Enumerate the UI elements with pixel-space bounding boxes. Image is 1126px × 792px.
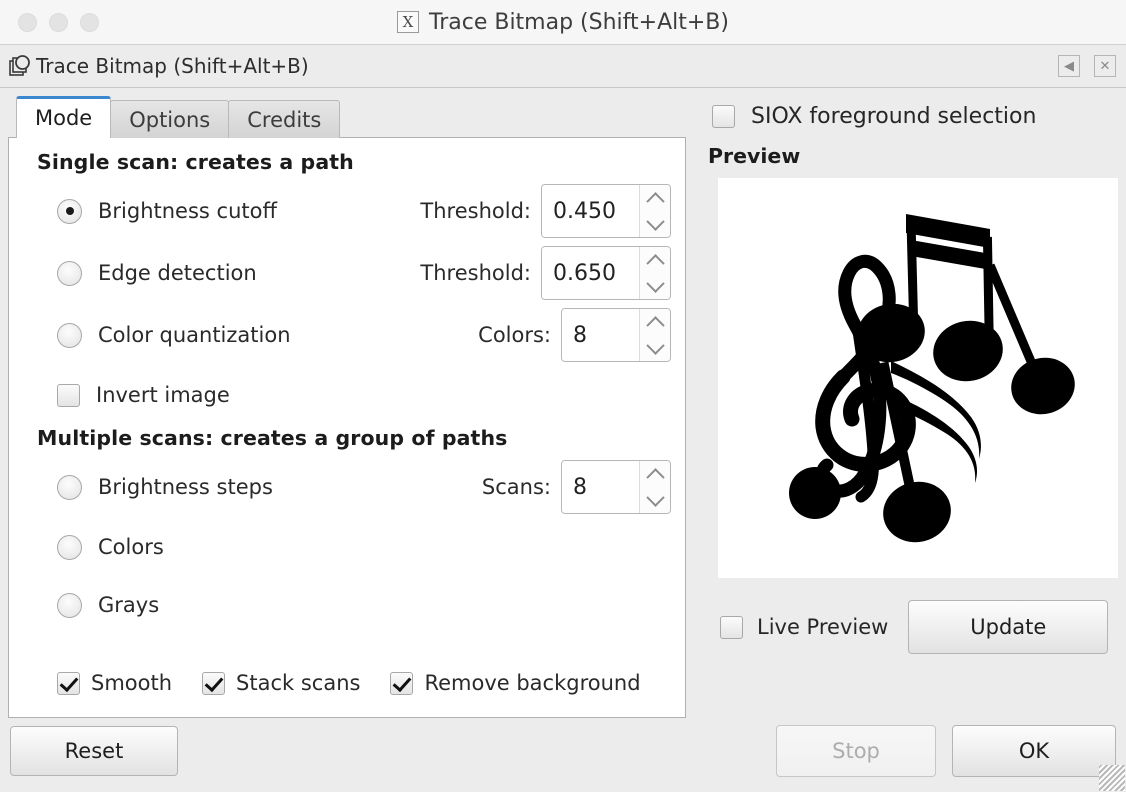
spinner-down-icon[interactable] bbox=[640, 211, 670, 237]
radio-brightness-steps[interactable] bbox=[57, 474, 82, 500]
dialog-body: Mode Options Credits Single scan: create… bbox=[0, 88, 1126, 718]
checkbox-row-stack-scans[interactable]: Stack scans bbox=[202, 671, 360, 695]
multi-scan-heading: Multiple scans: creates a group of paths bbox=[37, 426, 508, 450]
option-row-edge-detection[interactable]: Edge detection Threshold: 0.650 bbox=[23, 242, 671, 304]
option-row-brightness-steps[interactable]: Brightness steps Scans: 8 bbox=[23, 456, 671, 518]
label-smooth: Smooth bbox=[91, 671, 173, 695]
os-title-group: X Trace Bitmap (Shift+Alt+B) bbox=[0, 10, 1126, 35]
label-brightness-steps: Brightness steps bbox=[98, 475, 273, 499]
preview-image-area bbox=[718, 178, 1118, 578]
option-row-grays[interactable]: Grays bbox=[23, 576, 671, 634]
spinner-down-icon[interactable] bbox=[640, 335, 670, 361]
spinner-buttons bbox=[639, 185, 670, 237]
preview-heading: Preview bbox=[708, 144, 801, 168]
label-invert-image: Invert image bbox=[96, 383, 230, 407]
spinner-value-brightness-threshold[interactable]: 0.450 bbox=[542, 185, 639, 237]
bottom-checkbox-row: Smooth Stack scans Remove background bbox=[23, 671, 671, 711]
spinner-buttons bbox=[639, 247, 670, 299]
checkbox-row-smooth[interactable]: Smooth bbox=[57, 671, 172, 695]
spinner-value-colors[interactable]: 8 bbox=[562, 309, 639, 361]
siox-row[interactable]: SIOX foreground selection bbox=[702, 96, 1118, 136]
checkbox-live-preview[interactable] bbox=[720, 615, 743, 639]
tab-credits[interactable]: Credits bbox=[228, 100, 341, 138]
radio-edge-detection[interactable] bbox=[57, 260, 82, 286]
collapse-icon[interactable]: ◀ bbox=[1058, 55, 1080, 77]
spinner-up-icon[interactable] bbox=[640, 185, 670, 211]
stop-button[interactable]: Stop bbox=[776, 725, 936, 777]
spinner-edge-threshold[interactable]: 0.650 bbox=[541, 246, 671, 300]
spinner-up-icon[interactable] bbox=[640, 247, 670, 273]
radio-brightness-cutoff[interactable] bbox=[57, 198, 82, 224]
radio-color-quantization[interactable] bbox=[57, 322, 82, 348]
window-maximize-button[interactable] bbox=[80, 12, 99, 32]
label-brightness-cutoff: Brightness cutoff bbox=[98, 199, 277, 223]
right-column: SIOX foreground selection Preview Live P… bbox=[686, 96, 1118, 718]
spinner-brightness-threshold[interactable]: 0.450 bbox=[541, 184, 671, 238]
label-colors-multi: Colors bbox=[98, 535, 164, 559]
os-titlebar: X Trace Bitmap (Shift+Alt+B) bbox=[0, 0, 1126, 45]
label-color-quantization: Color quantization bbox=[98, 323, 291, 347]
resize-grip[interactable] bbox=[1099, 765, 1125, 791]
traffic-lights bbox=[0, 12, 99, 32]
trace-bitmap-icon bbox=[8, 53, 34, 79]
label-colors: Colors: bbox=[478, 323, 551, 347]
label-live-preview: Live Preview bbox=[757, 615, 889, 639]
tab-options[interactable]: Options bbox=[110, 100, 230, 138]
update-button[interactable]: Update bbox=[908, 600, 1109, 654]
spinner-colors[interactable]: 8 bbox=[561, 308, 671, 362]
spinner-down-icon[interactable] bbox=[640, 487, 670, 513]
spinner-buttons bbox=[639, 461, 670, 513]
window-minimize-button[interactable] bbox=[49, 12, 68, 32]
live-preview-row: Live Preview Update bbox=[720, 600, 1118, 654]
option-row-invert-image[interactable]: Invert image bbox=[23, 366, 671, 424]
dialog-titlebar: Trace Bitmap (Shift+Alt+B) ◀ ✕ bbox=[0, 45, 1126, 88]
spinner-scans[interactable]: 8 bbox=[561, 460, 671, 514]
close-icon[interactable]: ✕ bbox=[1094, 55, 1116, 77]
tab-mode[interactable]: Mode bbox=[16, 96, 112, 138]
spinner-buttons bbox=[639, 309, 670, 361]
checkbox-smooth[interactable] bbox=[57, 671, 80, 695]
label-scans: Scans: bbox=[481, 475, 551, 499]
label-threshold-brightness: Threshold: bbox=[420, 199, 531, 223]
label-threshold-edge: Threshold: bbox=[420, 261, 531, 285]
label-siox-foreground-selection: SIOX foreground selection bbox=[751, 103, 1037, 129]
radio-colors[interactable] bbox=[57, 534, 82, 560]
trace-bitmap-dialog: Trace Bitmap (Shift+Alt+B) ◀ ✕ Mode Opti… bbox=[0, 45, 1126, 792]
spinner-up-icon[interactable] bbox=[640, 461, 670, 487]
option-row-colors[interactable]: Colors bbox=[23, 518, 671, 576]
label-grays: Grays bbox=[98, 593, 160, 617]
spinner-up-icon[interactable] bbox=[640, 309, 670, 335]
os-window-title: Trace Bitmap (Shift+Alt+B) bbox=[429, 9, 729, 35]
spinner-down-icon[interactable] bbox=[640, 273, 670, 299]
dialog-title: Trace Bitmap (Shift+Alt+B) bbox=[36, 54, 309, 78]
single-scan-heading: Single scan: creates a path bbox=[37, 150, 354, 174]
checkbox-row-remove-background[interactable]: Remove background bbox=[390, 671, 641, 695]
left-column: Mode Options Credits Single scan: create… bbox=[8, 96, 686, 718]
dialog-footer: Reset Stop OK bbox=[0, 718, 1126, 792]
option-row-color-quantization[interactable]: Color quantization Colors: 8 bbox=[23, 304, 671, 366]
x-application-icon: X bbox=[397, 11, 419, 33]
ok-button[interactable]: OK bbox=[952, 725, 1116, 777]
music-notes-preview-icon bbox=[725, 185, 1111, 571]
checkbox-invert-image[interactable] bbox=[57, 383, 80, 407]
reset-button[interactable]: Reset bbox=[10, 726, 178, 776]
label-edge-detection: Edge detection bbox=[98, 261, 257, 285]
tabstrip: Mode Options Credits bbox=[8, 96, 686, 138]
os-window: X Trace Bitmap (Shift+Alt+B) Trace Bitma… bbox=[0, 0, 1126, 792]
checkbox-stack-scans[interactable] bbox=[202, 671, 226, 695]
window-close-button[interactable] bbox=[18, 12, 37, 32]
radio-grays[interactable] bbox=[57, 592, 82, 618]
spinner-value-edge-threshold[interactable]: 0.650 bbox=[542, 247, 639, 299]
option-row-brightness-cutoff[interactable]: Brightness cutoff Threshold: 0.450 bbox=[23, 180, 671, 242]
spinner-value-scans[interactable]: 8 bbox=[562, 461, 639, 513]
checkbox-remove-background[interactable] bbox=[390, 671, 414, 695]
label-remove-background: Remove background bbox=[424, 671, 641, 695]
label-stack-scans: Stack scans bbox=[236, 671, 361, 695]
mode-tab-panel: Single scan: creates a path Brightness c… bbox=[8, 137, 686, 718]
checkbox-siox-foreground-selection[interactable] bbox=[712, 104, 735, 128]
